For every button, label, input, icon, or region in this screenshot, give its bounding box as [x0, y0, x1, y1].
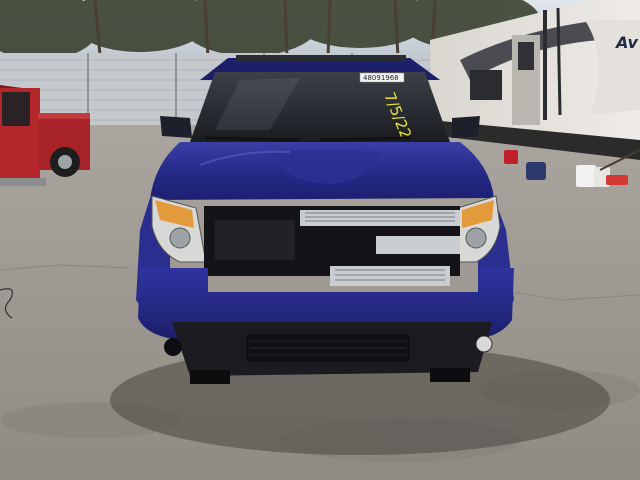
fog-light-right	[475, 335, 493, 353]
side-mirror-right	[452, 116, 480, 138]
photo-scene: Av 48091968 7/5/22	[0, 0, 640, 480]
pickup-step	[0, 178, 46, 186]
rv-window	[470, 70, 502, 100]
wiper-right	[319, 136, 411, 142]
pickup-window	[2, 92, 30, 126]
front-tire-right	[430, 368, 470, 382]
rv-brand-text: Av	[614, 33, 639, 52]
fog-light-left	[164, 338, 182, 356]
lot-number: 48091968	[363, 74, 399, 82]
wiper-left	[204, 136, 301, 142]
grille-chrome-mid	[376, 236, 460, 254]
grille-chrome-upper	[300, 210, 460, 226]
rv-door-window	[518, 42, 534, 70]
photo-canvas: Av 48091968 7/5/22	[0, 0, 640, 480]
side-mirror-left	[160, 116, 192, 138]
front-tire-left	[190, 370, 230, 384]
grille-chrome-lower	[330, 266, 450, 286]
